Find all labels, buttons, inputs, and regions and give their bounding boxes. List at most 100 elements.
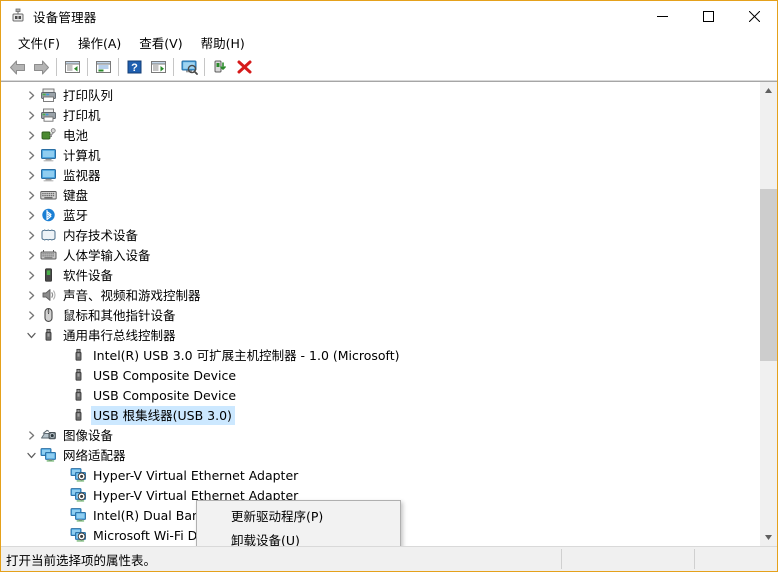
chevron-right-icon[interactable] xyxy=(23,167,39,183)
svg-text:?: ? xyxy=(131,62,138,74)
scroll-up-button[interactable] xyxy=(760,82,777,99)
tree-row-label: 电池 xyxy=(63,127,89,143)
network-adapter-icon xyxy=(70,507,87,523)
tree-row[interactable]: USB Composite Device xyxy=(1,385,759,405)
tree-row-label: 蓝牙 xyxy=(63,207,89,223)
properties-icon[interactable] xyxy=(60,56,84,79)
usb-icon xyxy=(70,387,87,403)
tree-row-label: 人体学输入设备 xyxy=(63,247,151,263)
tree-row-label: 图像设备 xyxy=(63,427,114,443)
usb-icon xyxy=(40,327,57,343)
show-hidden-devices-icon[interactable] xyxy=(91,56,115,79)
tree-row[interactable]: USB 根集线器(USB 3.0) xyxy=(1,405,759,425)
back-arrow-icon[interactable] xyxy=(5,56,29,79)
chevron-right-icon[interactable] xyxy=(23,187,39,203)
forward-arrow-icon[interactable] xyxy=(29,56,53,79)
delete-red-x-icon[interactable] xyxy=(232,56,256,79)
tree-row[interactable]: USB Composite Device xyxy=(1,365,759,385)
tree-row[interactable]: 计算机 xyxy=(1,145,759,165)
toolbar-separator xyxy=(56,58,57,76)
imaging-device-icon xyxy=(40,427,57,443)
usb-icon xyxy=(70,407,87,423)
ctx-update-driver[interactable]: 更新驱动程序(P) xyxy=(197,503,400,527)
tree-row[interactable]: 声音、视频和游戏控制器 xyxy=(1,285,759,305)
chevron-right-icon[interactable] xyxy=(23,267,39,283)
chevron-right-icon[interactable] xyxy=(23,247,39,263)
tree-row[interactable]: 图像设备 xyxy=(1,425,759,445)
tree-row[interactable]: 网络适配器 xyxy=(1,445,759,465)
printer-queue-icon xyxy=(40,87,57,103)
scroll-down-button[interactable] xyxy=(760,529,777,546)
status-text: 打开当前选择项的属性表。 xyxy=(6,552,157,568)
tree-row[interactable]: 电池 xyxy=(1,125,759,145)
chevron-right-icon[interactable] xyxy=(23,127,39,143)
tree-row-label: 计算机 xyxy=(63,147,101,163)
update-driver-icon[interactable] xyxy=(146,56,170,79)
help-icon[interactable]: ? xyxy=(122,56,146,79)
tree-row-label: 监视器 xyxy=(63,167,101,183)
chevron-right-icon[interactable] xyxy=(23,107,39,123)
window-title: 设备管理器 xyxy=(33,9,97,25)
keyboard-icon xyxy=(40,187,57,203)
tree-row[interactable]: 软件设备 xyxy=(1,265,759,285)
chevron-right-icon[interactable] xyxy=(23,207,39,223)
menu-view[interactable]: 查看(V) xyxy=(130,31,191,54)
network-adapter-icon xyxy=(40,447,57,463)
tree-row[interactable]: 内存技术设备 xyxy=(1,225,759,245)
tree-row[interactable]: Hyper-V Virtual Ethernet Adapter xyxy=(1,465,759,485)
tree-row[interactable]: 通用串行总线控制器 xyxy=(1,325,759,345)
chevron-right-icon[interactable] xyxy=(23,227,39,243)
tree-row-label: USB 根集线器(USB 3.0) xyxy=(91,405,235,425)
scan-hardware-changes-icon[interactable] xyxy=(177,56,201,79)
toolbar-separator xyxy=(87,58,88,76)
chevron-right-icon[interactable] xyxy=(23,87,39,103)
menu-action[interactable]: 操作(A) xyxy=(69,31,130,54)
device-tree[interactable]: 打印队列 打印机电池计算机监视器键盘蓝牙内存技术设备人体学输入设备软件设备声音、视… xyxy=(1,82,759,546)
chevron-right-icon[interactable] xyxy=(23,307,39,323)
tree-row[interactable]: 人体学输入设备 xyxy=(1,245,759,265)
tree-row[interactable]: 键盘 xyxy=(1,185,759,205)
scrollbar-track[interactable] xyxy=(760,99,777,529)
virtual-network-adapter-icon xyxy=(70,527,87,543)
tree-row-label: USB Composite Device xyxy=(93,387,237,403)
chevron-right-icon[interactable] xyxy=(23,287,39,303)
tree-row-label: USB Composite Device xyxy=(93,367,237,383)
tree-row-label: 通用串行总线控制器 xyxy=(63,327,176,343)
device-manager-icon xyxy=(10,8,26,24)
chevron-down-icon[interactable] xyxy=(23,447,39,463)
chevron-down-icon[interactable] xyxy=(23,327,39,343)
minimize-button[interactable] xyxy=(639,1,685,31)
monitor-icon xyxy=(40,167,57,183)
chevron-right-icon[interactable] xyxy=(23,147,39,163)
menu-help[interactable]: 帮助(H) xyxy=(192,31,254,54)
window-controls xyxy=(639,1,777,31)
status-separator xyxy=(561,549,562,569)
tree-row[interactable]: 监视器 xyxy=(1,165,759,185)
menu-file[interactable]: 文件(F) xyxy=(9,31,69,54)
scrollbar-thumb[interactable] xyxy=(760,189,777,362)
chevron-right-icon[interactable] xyxy=(23,427,39,443)
status-bar: 打开当前选择项的属性表。 xyxy=(1,546,777,571)
mouse-icon xyxy=(40,307,57,323)
uninstall-device-icon[interactable] xyxy=(208,56,232,79)
bluetooth-icon xyxy=(40,207,57,223)
vertical-scrollbar[interactable] xyxy=(759,82,777,546)
tree-row[interactable]: 鼠标和其他指针设备 xyxy=(1,305,759,325)
context-menu[interactable]: 更新驱动程序(P)卸载设备(U)扫描检测硬件改动(A)属性(R) xyxy=(196,500,401,546)
printer-icon xyxy=(40,107,57,123)
tree-row[interactable]: 打印队列 xyxy=(1,85,759,105)
usb-icon xyxy=(70,367,87,383)
maximize-button[interactable] xyxy=(685,1,731,31)
computer-icon xyxy=(40,147,57,163)
sound-video-game-icon xyxy=(40,287,57,303)
hid-icon xyxy=(40,247,57,263)
tree-row-label: 声音、视频和游戏控制器 xyxy=(63,287,201,303)
tree-row[interactable]: Intel(R) USB 3.0 可扩展主机控制器 - 1.0 (Microso… xyxy=(1,345,759,365)
close-button[interactable] xyxy=(731,1,777,31)
content-area: 打印队列 打印机电池计算机监视器键盘蓝牙内存技术设备人体学输入设备软件设备声音、视… xyxy=(1,81,777,546)
tree-row-label: Intel(R) USB 3.0 可扩展主机控制器 - 1.0 (Microso… xyxy=(93,347,400,363)
tree-row[interactable]: 蓝牙 xyxy=(1,205,759,225)
tree-row[interactable]: 打印机 xyxy=(1,105,759,125)
tree-row-label: 键盘 xyxy=(63,187,89,203)
ctx-uninstall-device[interactable]: 卸载设备(U) xyxy=(197,527,400,547)
